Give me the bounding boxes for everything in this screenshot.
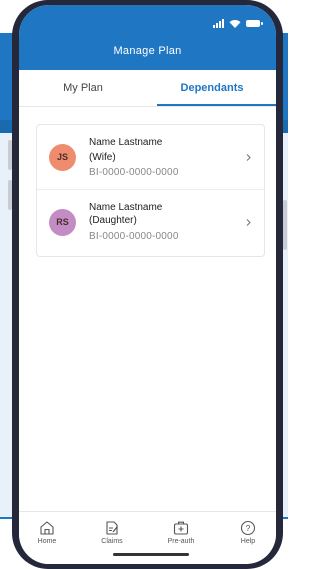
page-title: Manage Plan [113,45,182,57]
phone-volume-button [8,180,12,210]
dependant-relation: (Daughter) [89,215,137,226]
dependant-row[interactable]: JS Name Lastname (Wife) BI-0000-0000-000… [37,125,264,190]
app-screen: Manage Plan My Plan Dependants JS Name L… [19,5,276,564]
status-bar-icons [213,19,263,28]
svg-text:?: ? [246,523,251,533]
active-tab-indicator [157,104,276,106]
nav-pre-auth[interactable]: Pre-auth [156,520,206,545]
wifi-icon [229,20,241,28]
chevron-right-icon [246,154,251,161]
nav-claims-label: Claims [101,538,123,545]
avatar: RS [49,209,76,236]
policy-number: BI-0000-0000-0000 [89,167,179,178]
home-indicator [113,553,189,556]
home-icon [40,521,54,535]
bottom-navigation: Home Claims Pre-auth ? Help [19,511,276,564]
nav-pre-auth-label: Pre-auth [167,538,195,545]
dependant-row[interactable]: RS Name Lastname (Daughter) BI-0000-0000… [37,190,264,256]
dependant-name: Name Lastname [89,137,163,148]
plan-tabs: My Plan Dependants [19,70,276,107]
tab-my-plan[interactable]: My Plan [19,70,147,106]
tab-dependants[interactable]: Dependants [148,70,276,106]
pre-auth-icon [173,521,189,535]
nav-home-label: Home [37,538,57,545]
nav-help[interactable]: ? Help [223,520,273,545]
chevron-right-icon [246,219,251,226]
claims-icon [106,521,119,535]
dependants-list: JS Name Lastname (Wife) BI-0000-0000-000… [36,124,265,257]
signal-icon [213,19,224,28]
phone-power-button [283,200,287,250]
app-bar: Manage Plan [19,5,276,70]
battery-icon [246,20,263,27]
nav-claims[interactable]: Claims [87,520,137,545]
help-icon: ? [240,520,256,536]
phone-volume-button [8,140,12,170]
phone-frame: Manage Plan My Plan Dependants JS Name L… [8,0,287,569]
dependant-name: Name Lastname [89,202,163,213]
dependant-relation: (Wife) [89,152,116,163]
nav-help-label: Help [240,538,256,545]
policy-number: BI-0000-0000-0000 [89,231,179,242]
avatar: JS [49,144,76,171]
nav-home[interactable]: Home [22,520,72,545]
